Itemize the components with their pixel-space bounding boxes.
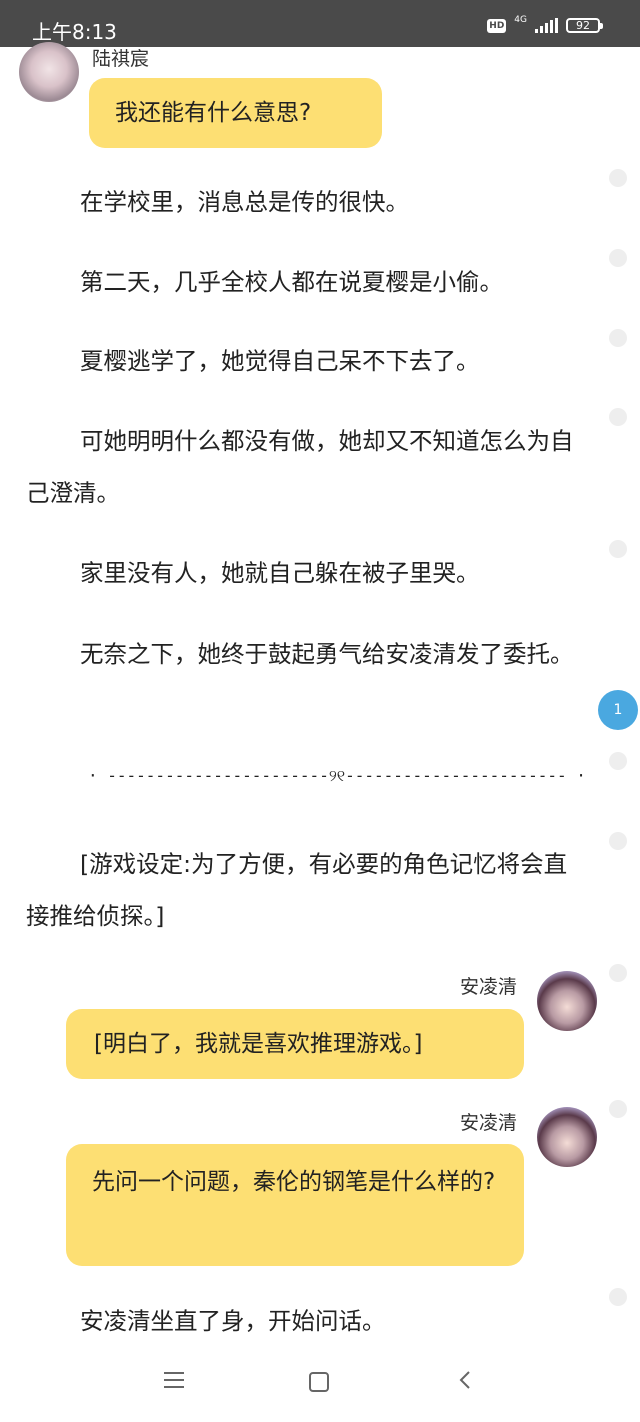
- story-paragraph: 可她明明什么都没有做，她却又不知道怎么为自己澄清。: [26, 427, 574, 507]
- comment-count-badge[interactable]: 1: [598, 690, 638, 730]
- chat-bubble: 先问一个问题，秦伦的钢笔是什么样的?: [66, 1144, 524, 1266]
- battery-level: 92: [576, 19, 590, 32]
- speaker-name: 陆祺宸: [92, 48, 150, 70]
- battery-icon: 92: [566, 18, 603, 33]
- paragraph-comment-dot[interactable]: [609, 964, 627, 982]
- story-paragraph: 无奈之下，她终于鼓起勇气给安凌清发了委托。: [80, 640, 574, 668]
- chat-bubble: 我还能有什么意思?: [89, 78, 382, 148]
- paragraph-comment-dot[interactable]: [609, 540, 627, 558]
- section-divider: · -----------------------୨୧-------------…: [88, 766, 586, 785]
- story-paragraph: 第二天，几乎全校人都在说夏樱是小偷。: [80, 268, 503, 296]
- hd-icon: HD: [487, 18, 507, 33]
- paragraph-comment-dot[interactable]: [609, 329, 627, 347]
- paragraph-comment-dot[interactable]: [609, 408, 627, 426]
- avatar[interactable]: [537, 1107, 597, 1167]
- speaker-name: 安凌清: [460, 1112, 518, 1134]
- story-paragraph: [游戏设定:为了方便，有必要的角色记忆将会直接推给侦探。]: [26, 850, 568, 930]
- story-paragraph: 家里没有人，她就自己躲在被子里哭。: [80, 559, 480, 587]
- story-paragraph: 安凌清坐直了身，开始问话。: [80, 1307, 386, 1335]
- paragraph-comment-dot[interactable]: [609, 1100, 627, 1118]
- paragraph-comment-dot[interactable]: [609, 832, 627, 850]
- system-nav-bar: [0, 1350, 640, 1422]
- status-bar: 上午8:13 HD 4G 92: [0, 0, 640, 47]
- speaker-name: 安凌清: [460, 976, 518, 998]
- paragraph-comment-dot[interactable]: [609, 752, 627, 770]
- paragraph-comment-dot[interactable]: [609, 249, 627, 267]
- menu-icon[interactable]: [164, 1372, 184, 1388]
- paragraph-comment-dot[interactable]: [609, 1288, 627, 1306]
- story-paragraph: 在学校里，消息总是传的很快。: [80, 188, 409, 216]
- status-time: 上午8:13: [32, 20, 117, 44]
- network-type: 4G: [514, 15, 527, 25]
- back-icon[interactable]: [456, 1370, 476, 1390]
- chat-bubble: [明白了，我就是喜欢推理游戏。]: [66, 1009, 524, 1079]
- signal-icon: [535, 17, 558, 33]
- story-paragraph: 夏樱逃学了，她觉得自己呆不下去了。: [80, 347, 480, 375]
- paragraph-comment-dot[interactable]: [609, 169, 627, 187]
- avatar[interactable]: [537, 971, 597, 1031]
- status-icons: HD 4G 92: [487, 15, 603, 33]
- avatar[interactable]: [19, 42, 79, 102]
- home-icon[interactable]: [309, 1372, 329, 1392]
